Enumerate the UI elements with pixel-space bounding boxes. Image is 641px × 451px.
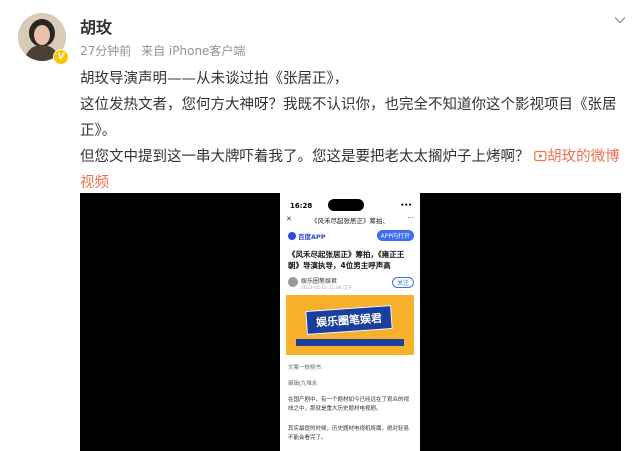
post-time[interactable]: 27分钟前 [80,44,131,58]
signal-icon: ••• [400,202,412,209]
post-line: 胡玫导演声明——从未谈过拍《张居正》， [80,71,349,87]
follow-button: 关注 [391,277,414,288]
banner-strip [296,339,404,346]
video-player[interactable]: 16:28 ••• ✕ 《风禾尽起张居正》筹拍、 ··· 百度APP APP内打… [80,193,621,451]
article-banner: 娱乐圈笔娱君 [286,295,414,355]
post-line-text: 但您文中提到这一串大牌吓着我了。您这是要把老太太搁炉子上烤啊？ [80,149,530,165]
author-avatar [288,277,298,287]
article-date: 2023-05-13 11:08 辽宁 [301,286,352,291]
post-line: 这位发热文者，您何方大神呀？我既不认识你，也完全不知道你这个影视项目《张居正》。 [80,97,617,139]
more-icon: ··· [407,214,414,222]
article-editor: 编辑|九堆永 [288,381,318,387]
dynamic-island [328,199,364,211]
verified-badge-icon: V [53,49,69,65]
article-paragraph: 在国产剧中，有一个题材如今已经远在了观众的视线之中，那就是重大历史题材电视剧。 [288,397,410,412]
phone-time: 16:28 [290,202,313,210]
video-link-icon [534,150,547,162]
post-line: 但您文中提到这一串大牌吓着我了。您这是要把老太太搁炉子上烤啊？ 胡玫的微博视频 [80,144,630,196]
baidu-paw-icon [288,232,296,240]
baidu-brand-label: 百度APP [298,233,326,241]
baidu-brand: 百度APP [288,231,326,241]
phone-page-title: 《风禾尽起张居正》筹拍、 [311,217,389,225]
open-app-button: APP内打开 [376,230,414,241]
chevron-down-icon[interactable] [613,12,627,26]
phone-screenshot: 16:28 ••• ✕ 《风禾尽起张居正》筹拍、 ··· 百度APP APP内打… [280,193,420,451]
banner-title: 娱乐圈笔娱君 [305,305,393,335]
post-source: 来自 iPhone客户端 [141,44,246,58]
article-credit: 文案一枝桃书 [288,365,322,371]
phone-status-bar: 16:28 ••• [280,199,420,213]
username[interactable]: 胡玫 [80,14,112,38]
article-author: 娱乐圈笔娱君 [301,278,338,285]
post-text: 胡玫导演声明——从未谈过拍《张居正》， 这位发热文者，您何方大神呀？我既不认识你… [80,66,630,196]
article-paragraph: 其实最提的时候，历史题材电视机将属，绝对轻易不能会看完了。 [288,426,410,441]
article-headline: 《风禾尽起张居正》筹拍，《雍正王朝》导演执导，4位男主呼声高 [288,250,405,270]
post-meta: 27分钟前 来自 iPhone客户端 [80,42,251,59]
